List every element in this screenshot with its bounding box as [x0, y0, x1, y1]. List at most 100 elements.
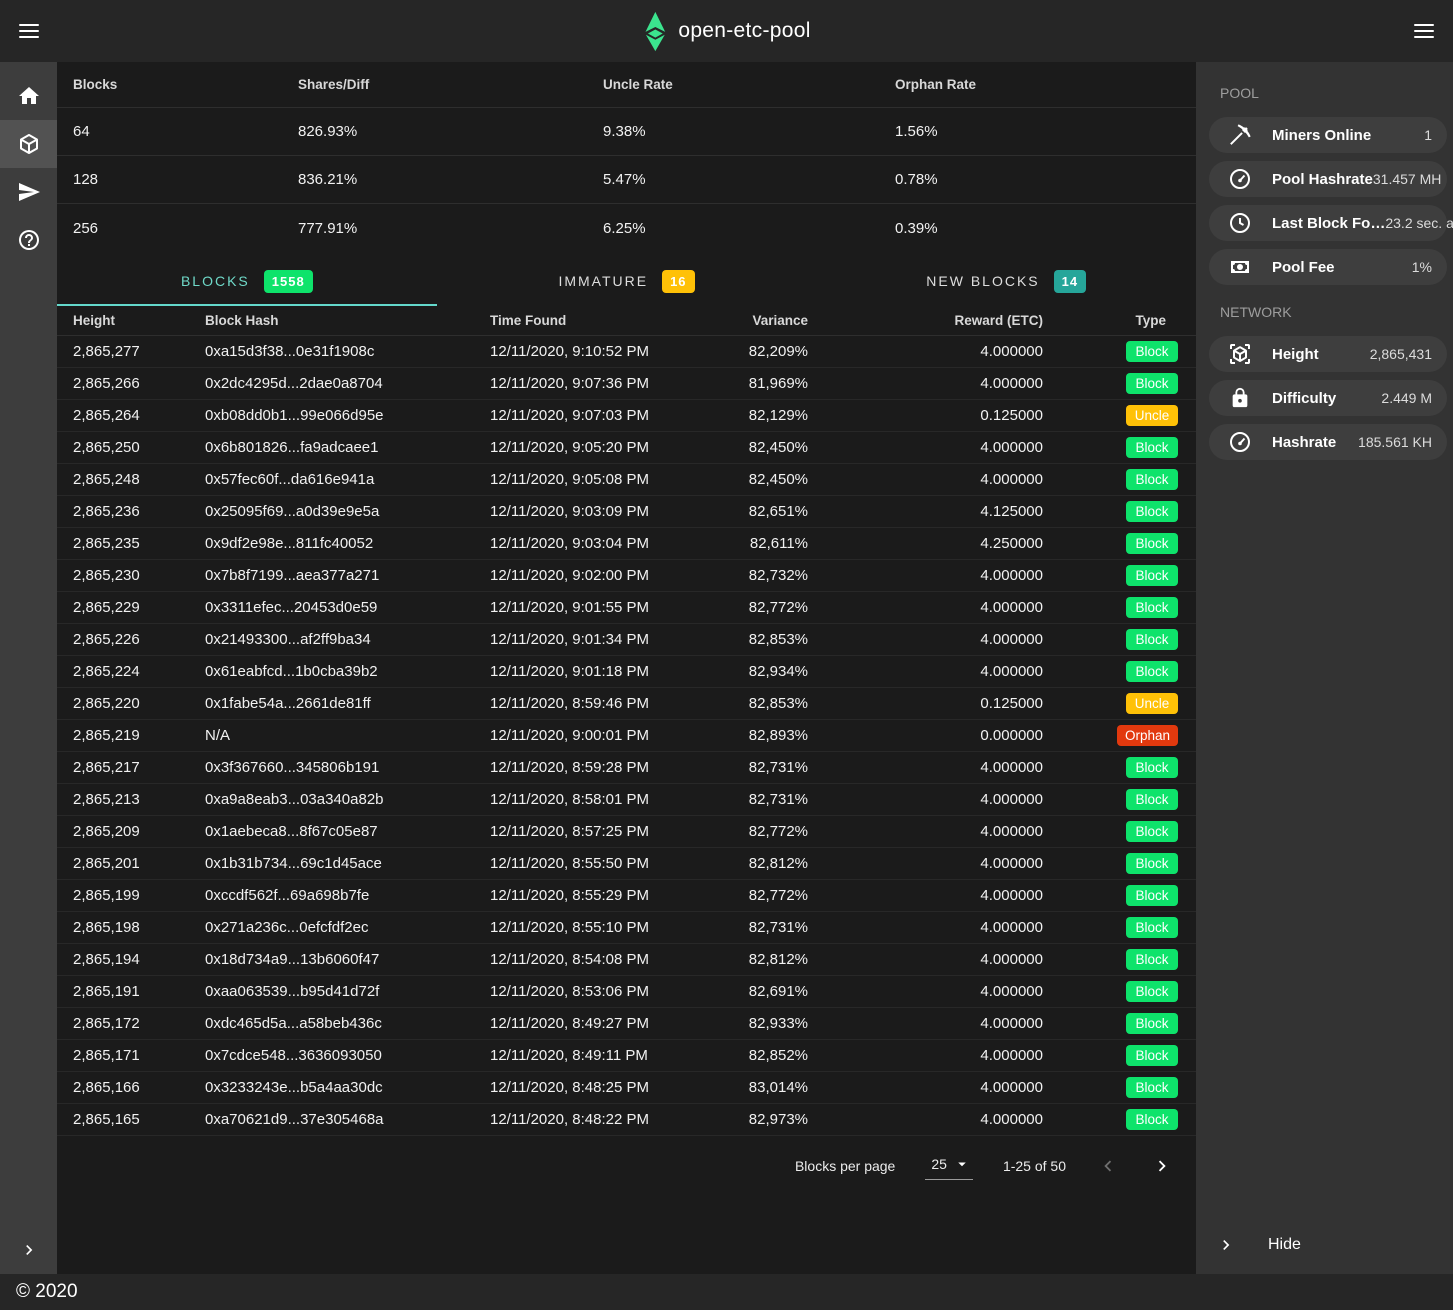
block-hash: 0x3f367660...345806b191 [205, 759, 490, 776]
reward: 4.000000 [808, 471, 1043, 488]
block-hash: 0x7b8f7199...aea377a271 [205, 567, 490, 584]
type-badge: Block [1126, 1109, 1178, 1130]
pickaxe-icon [1228, 123, 1252, 147]
type-badge: Uncle [1126, 405, 1178, 426]
variance: 82,611% [700, 535, 808, 552]
block-height: 2,865,230 [73, 567, 205, 584]
variance: 82,933% [700, 1015, 808, 1032]
tab-blocks[interactable]: BLOCKS 1558 [57, 256, 437, 306]
variance: 81,969% [700, 375, 808, 392]
variance: 82,450% [700, 439, 808, 456]
left-nav-rail [0, 62, 57, 1274]
table-row: 2,865,230 0x7b8f7199...aea377a271 12/11/… [57, 560, 1196, 592]
stats-header-orphan-rate: Orphan Rate [895, 62, 1180, 107]
nav-payments-button[interactable] [0, 168, 57, 216]
stats-sidebar: POOL Miners Online 1 Pool Hashrate 31.45… [1196, 62, 1453, 1274]
info-value: 1 [1424, 127, 1432, 143]
table-row: 2,865,209 0x1aebeca8...8f67c05e87 12/11/… [57, 816, 1196, 848]
block-height: 2,865,277 [73, 343, 205, 360]
variance: 82,129% [700, 407, 808, 424]
table-row: 2,865,264 0xb08dd0b1...99e066d95e 12/11/… [57, 400, 1196, 432]
time-found: 12/11/2020, 9:03:04 PM [490, 535, 700, 552]
tab-new-blocks[interactable]: NEW BLOCKS 14 [816, 256, 1196, 306]
block-height: 2,865,219 [73, 727, 205, 744]
stat-shares-diff: 836.21% [298, 156, 603, 203]
time-found: 12/11/2020, 9:01:34 PM [490, 631, 700, 648]
reward: 4.000000 [808, 439, 1043, 456]
block-height: 2,865,198 [73, 919, 205, 936]
type-badge: Block [1126, 949, 1178, 970]
rail-expand-button[interactable] [0, 1226, 57, 1274]
table-row: 2,865,171 0x7cdce548...3636093050 12/11/… [57, 1040, 1196, 1072]
next-page-button[interactable] [1150, 1154, 1174, 1178]
table-row: 2,865,248 0x57fec60f...da616e941a 12/11/… [57, 464, 1196, 496]
footer: © 2020 [0, 1274, 1453, 1310]
stat-orphan-rate: 0.78% [895, 156, 1180, 203]
variance: 82,731% [700, 791, 808, 808]
variance: 82,973% [700, 1111, 808, 1128]
table-row: 2,865,165 0xa70621d9...37e305468a 12/11/… [57, 1104, 1196, 1136]
reward: 4.000000 [808, 983, 1043, 1000]
variance: 82,853% [700, 631, 808, 648]
type-badge: Block [1126, 629, 1178, 650]
table-row: 2,865,199 0xccdf562f...69a698b7fe 12/11/… [57, 880, 1196, 912]
reward: 4.000000 [808, 855, 1043, 872]
info-value: 23.2 sec. ago [1385, 215, 1453, 231]
pool-fee-item: Pool Fee 1% [1209, 249, 1447, 285]
previous-page-button[interactable] [1096, 1154, 1120, 1178]
lock-icon [1228, 387, 1252, 409]
stat-shares-diff: 826.93% [298, 108, 603, 155]
pool-hashrate-item: Pool Hashrate 31.457 MH [1209, 161, 1447, 197]
variance: 82,812% [700, 951, 808, 968]
time-found: 12/11/2020, 8:59:28 PM [490, 759, 700, 776]
variance: 82,209% [700, 343, 808, 360]
reward: 4.000000 [808, 343, 1043, 360]
type-badge: Block [1126, 917, 1178, 938]
type-badge: Uncle [1126, 693, 1178, 714]
home-icon [17, 84, 41, 108]
table-row: 2,865,191 0xaa063539...b95d41d72f 12/11/… [57, 976, 1196, 1008]
table-row: 2,865,166 0x3233243e...b5a4aa30dc 12/11/… [57, 1072, 1196, 1104]
menu-down-icon [953, 1155, 971, 1173]
time-found: 12/11/2020, 9:01:55 PM [490, 599, 700, 616]
blocks-per-page-select[interactable]: 25 [925, 1153, 973, 1180]
nav-help-button[interactable] [0, 216, 57, 264]
stats-row: 128 836.21% 5.47% 0.78% [57, 156, 1196, 204]
stats-header-shares-diff: Shares/Diff [298, 62, 603, 107]
reward: 4.000000 [808, 759, 1043, 776]
tab-label: IMMATURE [558, 273, 648, 289]
table-row: 2,865,198 0x271a236c...0efcfdf2ec 12/11/… [57, 912, 1196, 944]
nav-blocks-button[interactable] [0, 120, 57, 168]
type-badge: Block [1126, 469, 1178, 490]
block-hash: 0x271a236c...0efcfdf2ec [205, 919, 490, 936]
block-hash: 0xaa063539...b95d41d72f [205, 983, 490, 1000]
col-header-hash: Block Hash [205, 313, 490, 328]
type-badge: Block [1126, 565, 1178, 586]
time-found: 12/11/2020, 8:57:25 PM [490, 823, 700, 840]
pagination: Blocks per page 25 1-25 of 50 [57, 1136, 1196, 1196]
blocks-table-header: Height Block Hash Time Found Variance Re… [57, 306, 1196, 336]
time-found: 12/11/2020, 8:48:25 PM [490, 1079, 700, 1096]
menu-icon[interactable] [19, 20, 39, 42]
network-section-title: NETWORK [1196, 289, 1453, 332]
type-badge: Block [1126, 373, 1178, 394]
info-value: 1% [1412, 259, 1432, 275]
block-height: 2,865,194 [73, 951, 205, 968]
chevron-left-icon [1097, 1155, 1119, 1177]
table-row: 2,865,213 0xa9a8eab3...03a340a82b 12/11/… [57, 784, 1196, 816]
block-hash: 0x18d734a9...13b6060f47 [205, 951, 490, 968]
stat-blocks: 64 [73, 108, 298, 155]
variance: 83,014% [700, 1079, 808, 1096]
time-found: 12/11/2020, 9:03:09 PM [490, 503, 700, 520]
hide-sidebar-button[interactable]: Hide [1196, 1216, 1453, 1274]
hide-label: Hide [1268, 1236, 1301, 1254]
block-height: 2,865,166 [73, 1079, 205, 1096]
tab-immature[interactable]: IMMATURE 16 [437, 256, 817, 306]
variance: 82,450% [700, 471, 808, 488]
reward: 4.000000 [808, 1079, 1043, 1096]
network-hashrate-item: Hashrate 185.561 KH [1209, 424, 1447, 460]
block-height: 2,865,226 [73, 631, 205, 648]
block-height: 2,865,220 [73, 695, 205, 712]
nav-home-button[interactable] [0, 72, 57, 120]
menu-icon-right[interactable] [1414, 20, 1434, 42]
